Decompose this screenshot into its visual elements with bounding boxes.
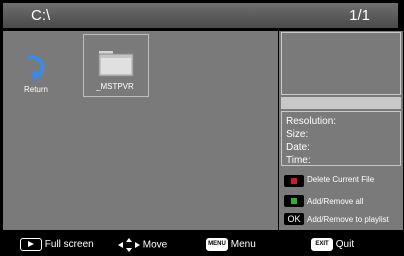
red-key-icon (284, 175, 304, 187)
info-panel: Resolution: Size: Date: Time: Delete Cur… (279, 31, 403, 230)
resolution-label: Resolution: (286, 116, 337, 127)
folder-icon (98, 51, 134, 77)
ok-key-icon: OK (284, 213, 304, 225)
arrows-icon (118, 238, 140, 252)
return-label: Return (23, 85, 48, 94)
return-item[interactable]: Return (17, 53, 55, 94)
footer-quit: EXIT Quit (311, 238, 354, 251)
footer-fullscreen: Full screen (20, 238, 94, 251)
folder-item-mstpvr[interactable]: _MSTPVR (83, 34, 149, 97)
preview-separator (281, 97, 401, 109)
legend-add-all-label: Add/Remove all (307, 197, 364, 206)
footer-move: Move (118, 238, 167, 252)
red-square (291, 178, 297, 184)
footer-bar: Full screen Move MENU Menu EXIT Quit (0, 230, 404, 256)
preview-box (281, 32, 401, 95)
quit-label: Quit (335, 239, 355, 251)
play-key-icon (20, 238, 42, 251)
file-info-box: Resolution: Size: Date: Time: (281, 111, 401, 166)
media-browser-screen: C:\ 1/1 Return _MSTPVR Resolution: Size:… (0, 0, 404, 256)
fullscreen-label: Full screen (44, 239, 94, 251)
menu-label: Menu (230, 239, 256, 251)
footer-menu: MENU Menu (206, 238, 256, 251)
legend-delete-label: Delete Current File (307, 175, 375, 184)
size-label: Size: (286, 129, 309, 140)
move-label: Move (142, 239, 168, 251)
legend-playlist-label: Add/Remove to playlist (307, 215, 389, 224)
current-path: C:\ (31, 7, 51, 24)
green-key-icon (284, 195, 304, 207)
date-label: Date: (286, 142, 310, 153)
menu-key-icon: MENU (206, 238, 228, 251)
page-indicator: 1/1 (349, 7, 370, 24)
exit-key-icon: EXIT (311, 238, 333, 251)
header-bar: C:\ 1/1 (3, 3, 398, 28)
time-label: Time: (286, 155, 311, 166)
green-square (291, 198, 297, 204)
folder-label: _MSTPVR (96, 82, 134, 91)
file-browser-panel: Return _MSTPVR (3, 31, 278, 230)
return-arrow-icon (27, 55, 45, 82)
